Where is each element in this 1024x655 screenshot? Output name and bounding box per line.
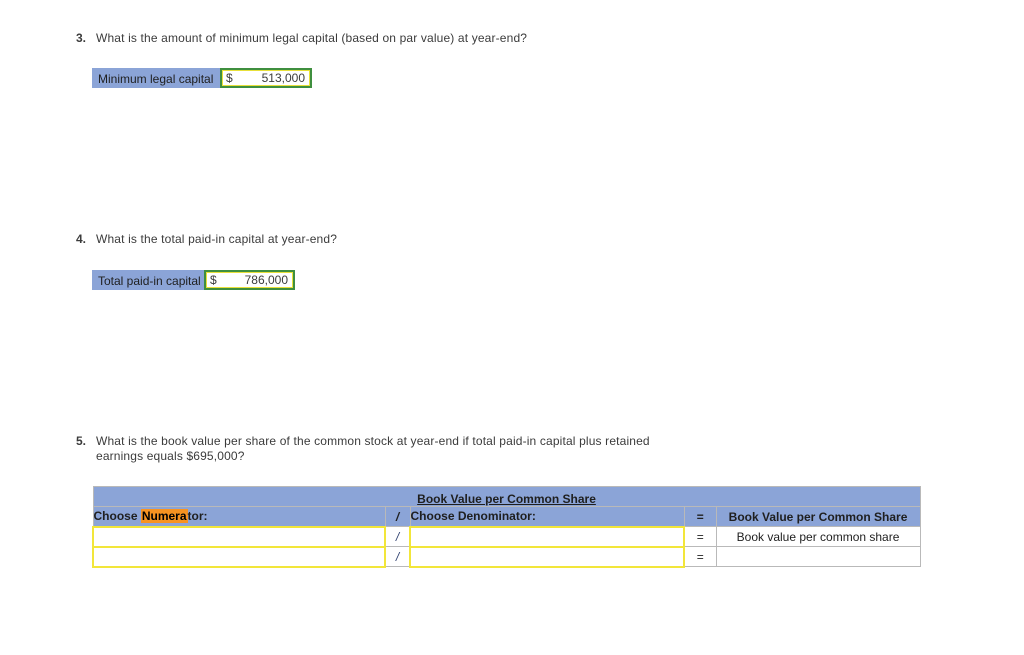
table-column-header-row: Choose Numerator: / Choose Denominator: … — [92, 506, 921, 527]
minimum-legal-capital-row: Minimum legal capital $ 513,000 — [92, 68, 312, 88]
numerator-input-row-2[interactable] — [92, 545, 386, 568]
question-5-number: 5. — [76, 434, 87, 448]
total-paid-in-capital-input[interactable]: $ 786,000 — [204, 270, 295, 290]
equals-operator-row-1: = — [683, 526, 717, 547]
total-paid-in-capital-amount: 786,000 — [244, 273, 288, 287]
total-paid-in-capital-row: Total paid-in capital $ 786,000 — [92, 270, 295, 290]
denominator-input-row-1[interactable] — [409, 525, 685, 548]
divide-operator-row-1: / — [384, 526, 411, 547]
divide-operator-row-2: / — [384, 546, 411, 567]
currency-symbol: $ — [226, 71, 233, 85]
question-4-text: What is the total paid-in capital at yea… — [96, 232, 338, 246]
numerator-input-row-1[interactable] — [92, 525, 386, 548]
table-row: / = Book value per common share — [92, 525, 921, 548]
question-3-number: 3. — [76, 31, 87, 45]
currency-symbol: $ — [210, 273, 217, 287]
equals-operator-header: = — [683, 506, 717, 527]
book-value-per-common-share-table: Book Value per Common Share Choose Numer… — [92, 486, 921, 568]
question-5-text: What is the book value per share of the … — [96, 434, 650, 463]
question-5: 5. What is the book value per share of t… — [76, 434, 656, 464]
question-3: 3. What is the amount of minimum legal c… — [76, 31, 776, 46]
table-row: / = — [92, 545, 921, 568]
question-4-number: 4. — [76, 232, 87, 246]
numerator-header-suffix: tor: — [187, 509, 208, 524]
equals-operator-row-2: = — [683, 546, 717, 567]
result-value-row-1: Book value per common share — [715, 526, 921, 547]
denominator-column-header: Choose Denominator: — [409, 506, 685, 527]
minimum-legal-capital-input[interactable]: $ 513,000 — [220, 68, 312, 88]
table-title-cell: Book Value per Common Share — [92, 486, 921, 507]
question-3-text: What is the amount of minimum legal capi… — [96, 31, 528, 45]
table-title: Book Value per Common Share — [417, 492, 596, 506]
numerator-header-prefix: Choose — [93, 509, 141, 524]
table-title-row: Book Value per Common Share — [92, 486, 921, 507]
result-value-row-2 — [715, 546, 921, 567]
numerator-column-header: Choose Numerator: — [92, 506, 386, 527]
numerator-header-highlight: Numera — [140, 509, 188, 524]
divide-operator-header: / — [384, 506, 411, 527]
question-4: 4. What is the total paid-in capital at … — [76, 232, 776, 247]
denominator-input-row-2[interactable] — [409, 545, 685, 568]
result-column-header: Book Value per Common Share — [715, 506, 921, 527]
minimum-legal-capital-label: Minimum legal capital — [92, 68, 220, 88]
minimum-legal-capital-amount: 513,000 — [261, 71, 305, 85]
total-paid-in-capital-label: Total paid-in capital — [92, 270, 204, 290]
